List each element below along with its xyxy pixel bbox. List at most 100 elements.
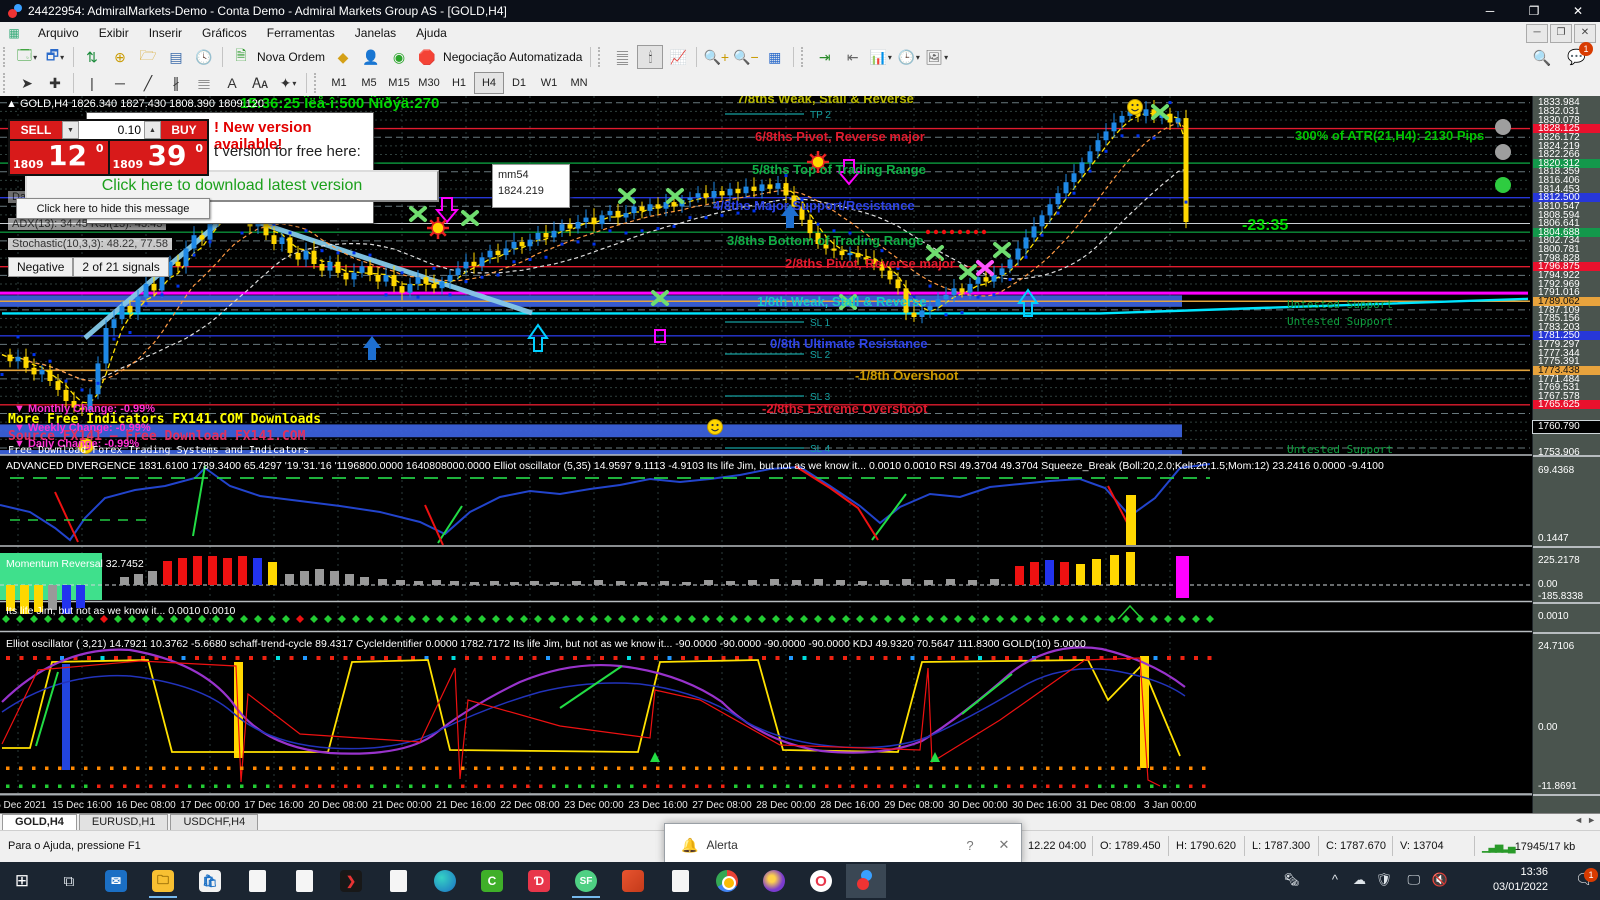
timeframe-m1-button[interactable]: M1 (324, 72, 354, 94)
timeframe-h4-button[interactable]: H4 (474, 72, 504, 94)
timeframe-d1-button[interactable]: D1 (504, 72, 534, 94)
label-tool[interactable]: 🗛 (247, 71, 273, 95)
alert-close-button[interactable]: ✕ (987, 837, 1021, 853)
child-minimize-button[interactable]: ─ (1526, 24, 1548, 43)
timeframe-h1-button[interactable]: H1 (444, 72, 474, 94)
menu-inserir[interactable]: Inserir (139, 24, 192, 42)
menu-exibir[interactable]: Exibir (89, 24, 139, 42)
chart-shift-button[interactable]: ⇤ (840, 45, 866, 69)
timeframe-mn-button[interactable]: MN (564, 72, 594, 94)
onedrive-cloud-icon[interactable]: ☁ (1353, 872, 1366, 888)
menu-ajuda[interactable]: Ajuda (406, 24, 457, 42)
task-view-button[interactable]: ⧉ (49, 864, 89, 898)
cursor-tool[interactable]: ➤ (14, 71, 40, 95)
hidden-icons-chevron[interactable]: ^ (1332, 872, 1338, 887)
camtasia-app-icon[interactable]: C (472, 864, 512, 898)
templates-button[interactable]: 🖼▾ (924, 45, 950, 69)
text-tool[interactable]: A (219, 71, 245, 95)
buy-quote[interactable]: 1809 39 0 (110, 141, 208, 174)
terminal-button[interactable]: ▤ (163, 45, 189, 69)
vertical-line-tool[interactable]: | (79, 71, 105, 95)
toolbar-grip-2[interactable] (3, 73, 10, 93)
tile-windows-button[interactable]: ▦ (762, 45, 788, 69)
menu-arquivo[interactable]: Arquivo (28, 24, 89, 42)
data-window-button[interactable]: ⊕ (107, 45, 133, 69)
chart-tab-1[interactable]: EURUSD,H1 (79, 814, 169, 831)
auto-trading-icon[interactable]: 🛑 (414, 45, 440, 69)
search-icon[interactable]: 🔍 (1533, 49, 1552, 67)
mail-app-icon[interactable]: ✉ (96, 864, 136, 898)
taskbar-clock[interactable]: 13:3603/01/2022 (1493, 865, 1548, 895)
metaeditor-button[interactable]: ◆ (330, 45, 356, 69)
new-order-button[interactable]: Nova Ordem (257, 50, 325, 64)
candlestick-chart-button[interactable]: 🕯 (637, 45, 663, 69)
trendline-tool[interactable]: ╱ (135, 71, 161, 95)
volume-muted-icon[interactable]: 🔇 (1432, 872, 1448, 888)
opera-browser-icon[interactable]: O (801, 864, 841, 898)
chrome-browser-icon[interactable] (707, 864, 747, 898)
sell-quote[interactable]: 1809 12 0 (10, 141, 108, 174)
news-widget-icon[interactable]: 🗞 (1283, 872, 1300, 888)
timeframe-m30-button[interactable]: M30 (414, 72, 444, 94)
child-close-button[interactable]: ✕ (1574, 24, 1596, 43)
indicators-button[interactable]: 📊▾ (868, 45, 894, 69)
metatrader5-active-app-icon[interactable] (846, 864, 886, 898)
line-chart-button[interactable]: 📈 (665, 45, 691, 69)
restore-button[interactable]: ❐ (1512, 0, 1556, 22)
auto-trading-button[interactable]: Negociação Automatizada (443, 50, 582, 64)
lot-increase-button[interactable]: ▲ (144, 121, 161, 139)
toolbar-grip[interactable] (3, 47, 10, 67)
alert-help-button[interactable]: ? (953, 838, 987, 853)
sell-button[interactable]: SELL (10, 121, 62, 139)
channel-tool[interactable]: ∦ (163, 71, 189, 95)
close-button[interactable]: ✕ (1556, 0, 1600, 22)
red-d-app-icon[interactable]: Ɗ (519, 864, 559, 898)
edge-browser-icon[interactable] (425, 864, 465, 898)
bar-chart-button[interactable]: 𝄛 (609, 45, 635, 69)
strategy-tester-button[interactable]: 🕓 (191, 45, 217, 69)
timeframe-w1-button[interactable]: W1 (534, 72, 564, 94)
community-button[interactable]: 👤 (358, 45, 384, 69)
chat-icon[interactable]: 💬1 (1567, 48, 1586, 67)
navigator-button[interactable]: 🗁 (135, 45, 161, 69)
menu-ferramentas[interactable]: Ferramentas (257, 24, 345, 42)
chart-tab-0[interactable]: GOLD,H4 (2, 814, 77, 831)
minimize-button[interactable]: ─ (1468, 0, 1512, 22)
lot-size-input[interactable]: 0.10 (79, 121, 144, 139)
start-button[interactable]: ⊞ (2, 864, 42, 898)
profiles-button[interactable]: 🗗▾ (42, 45, 68, 69)
microsoft-store-icon[interactable]: 🛍 (190, 864, 230, 898)
hide-message-button[interactable]: Click here to hide this message (16, 198, 210, 219)
periods-button[interactable]: 🕒▾ (896, 45, 922, 69)
firefox-purple-browser-icon[interactable] (754, 864, 794, 898)
metatrader4-app-icon[interactable]: ❯ (331, 864, 371, 898)
tab-scroll-right[interactable]: ► (1587, 815, 1596, 825)
new-order-icon[interactable]: 🗎 (228, 45, 254, 69)
new-chart-button[interactable]: 🗔▾ (14, 45, 40, 69)
menu-janelas[interactable]: Janelas (345, 24, 406, 42)
document-app-icon-4[interactable] (660, 864, 700, 898)
zoom-in-button[interactable]: 🔍+ (702, 45, 730, 69)
market-watch-button[interactable]: ⇅ (79, 45, 105, 69)
document-app-icon[interactable] (237, 864, 277, 898)
fibonacci-tool[interactable]: 𝄙 (191, 71, 217, 95)
network-icon[interactable]: 🖵 (1407, 872, 1420, 888)
defender-shield-icon[interactable]: 🛡 (1375, 872, 1392, 888)
timeframe-m15-button[interactable]: M15 (384, 72, 414, 94)
sf-app-icon[interactable]: SF (566, 864, 606, 898)
crosshair-tool[interactable]: ✚ (42, 71, 68, 95)
timeframe-m5-button[interactable]: M5 (354, 72, 384, 94)
signals-button[interactable]: ◉ (386, 45, 412, 69)
zoom-out-button[interactable]: 🔍− (732, 45, 760, 69)
menu-gráficos[interactable]: Gráficos (192, 24, 257, 42)
document-app-icon-3[interactable] (378, 864, 418, 898)
child-restore-button[interactable]: ❐ (1550, 24, 1572, 43)
tab-scroll-left[interactable]: ◄ (1574, 815, 1583, 825)
auto-scroll-button[interactable]: ⇥ (812, 45, 838, 69)
office-app-icon[interactable] (613, 864, 653, 898)
chart-tab-2[interactable]: USDCHF,H4 (170, 814, 258, 831)
shapes-tool[interactable]: ✦▾ (275, 71, 301, 95)
horizontal-line-tool[interactable]: ─ (107, 71, 133, 95)
lot-decrease-button[interactable]: ▼ (62, 121, 79, 139)
file-explorer-icon[interactable]: 🗀 (143, 864, 183, 898)
